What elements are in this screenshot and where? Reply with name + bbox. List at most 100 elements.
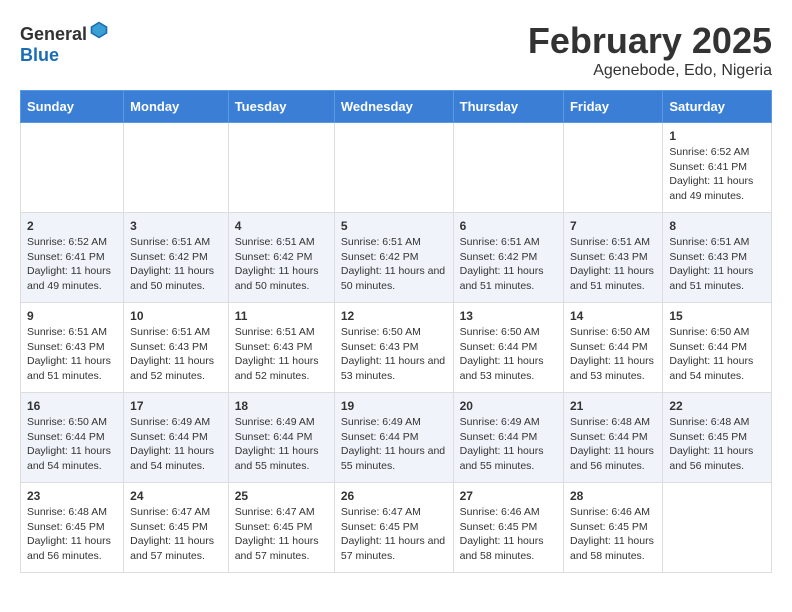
calendar-cell: 16 Sunrise: 6:50 AM Sunset: 6:44 PM Dayli…: [21, 393, 124, 483]
calendar-cell: 9Sunrise: 6:51 AM Sunset: 6:43 PM Daylig…: [21, 303, 124, 393]
day-number: 12: [341, 309, 447, 323]
week-row-5: 23 Sunrise: 6:48 AM Sunset: 6:45 PM Dayli…: [21, 483, 772, 573]
calendar-cell: 21Sunrise: 6:48 AM Sunset: 6:44 PM Dayli…: [563, 393, 662, 483]
calendar-cell: 17 Sunrise: 6:49 AM Sunset: 6:44 PM Dayli…: [124, 393, 229, 483]
day-info: Sunrise: 6:50 AM Sunset: 6:44 PM Dayligh…: [570, 325, 656, 384]
calendar-cell: 14 Sunrise: 6:50 AM Sunset: 6:44 PM Dayli…: [563, 303, 662, 393]
calendar-cell: 12 Sunrise: 6:50 AM Sunset: 6:43 PM Dayli…: [334, 303, 453, 393]
week-row-3: 9Sunrise: 6:51 AM Sunset: 6:43 PM Daylig…: [21, 303, 772, 393]
day-number: 4: [235, 219, 328, 233]
calendar-cell: [124, 123, 229, 213]
day-info: Sunrise: 6:49 AM Sunset: 6:44 PM Dayligh…: [235, 415, 328, 474]
calendar-body: 1 Sunrise: 6:52 AM Sunset: 6:41 PM Daylig…: [21, 123, 772, 573]
weekday-header-saturday: Saturday: [663, 91, 772, 123]
day-info: Sunrise: 6:51 AM Sunset: 6:43 PM Dayligh…: [27, 325, 117, 384]
day-info: Sunrise: 6:49 AM Sunset: 6:44 PM Dayligh…: [341, 415, 447, 474]
day-number: 21: [570, 399, 656, 413]
day-info: Sunrise: 6:51 AM Sunset: 6:42 PM Dayligh…: [341, 235, 447, 294]
logo-content: General Blue: [20, 20, 109, 66]
day-info: Sunrise: 6:46 AM Sunset: 6:45 PM Dayligh…: [570, 505, 656, 564]
calendar-cell: [228, 123, 334, 213]
day-number: 15: [669, 309, 765, 323]
day-info: Sunrise: 6:47 AM Sunset: 6:45 PM Dayligh…: [235, 505, 328, 564]
day-info: Sunrise: 6:49 AM Sunset: 6:44 PM Dayligh…: [460, 415, 557, 474]
calendar-cell: 7 Sunrise: 6:51 AM Sunset: 6:43 PM Daylig…: [563, 213, 662, 303]
day-number: 5: [341, 219, 447, 233]
day-number: 7: [570, 219, 656, 233]
day-info: Sunrise: 6:50 AM Sunset: 6:43 PM Dayligh…: [341, 325, 447, 384]
calendar-cell: 28Sunrise: 6:46 AM Sunset: 6:45 PM Dayli…: [563, 483, 662, 573]
calendar-cell: 15 Sunrise: 6:50 AM Sunset: 6:44 PM Dayli…: [663, 303, 772, 393]
calendar-cell: 8Sunrise: 6:51 AM Sunset: 6:43 PM Daylig…: [663, 213, 772, 303]
logo: General Blue: [20, 20, 109, 66]
weekday-header-friday: Friday: [563, 91, 662, 123]
day-info: Sunrise: 6:51 AM Sunset: 6:42 PM Dayligh…: [460, 235, 557, 294]
day-number: 3: [130, 219, 222, 233]
main-title: February 2025: [528, 20, 772, 62]
day-info: Sunrise: 6:51 AM Sunset: 6:43 PM Dayligh…: [235, 325, 328, 384]
week-row-2: 2 Sunrise: 6:52 AM Sunset: 6:41 PM Daylig…: [21, 213, 772, 303]
day-info: Sunrise: 6:51 AM Sunset: 6:42 PM Dayligh…: [130, 235, 222, 294]
day-number: 23: [27, 489, 117, 503]
calendar-cell: 10Sunrise: 6:51 AM Sunset: 6:43 PM Dayli…: [124, 303, 229, 393]
day-info: Sunrise: 6:51 AM Sunset: 6:43 PM Dayligh…: [130, 325, 222, 384]
title-area: February 2025 Agenebode, Edo, Nigeria: [528, 20, 772, 80]
calendar-cell: 13 Sunrise: 6:50 AM Sunset: 6:44 PM Dayli…: [453, 303, 563, 393]
day-info: Sunrise: 6:52 AM Sunset: 6:41 PM Dayligh…: [27, 235, 117, 294]
calendar-cell: [663, 483, 772, 573]
subtitle: Agenebode, Edo, Nigeria: [528, 62, 772, 80]
logo-text-blue: Blue: [20, 45, 59, 65]
header: General Blue February 2025 Agenebode, Ed…: [20, 20, 772, 80]
day-info: Sunrise: 6:51 AM Sunset: 6:43 PM Dayligh…: [570, 235, 656, 294]
day-number: 16: [27, 399, 117, 413]
week-row-4: 16 Sunrise: 6:50 AM Sunset: 6:44 PM Dayli…: [21, 393, 772, 483]
calendar-header: SundayMondayTuesdayWednesdayThursdayFrid…: [21, 91, 772, 123]
day-number: 14: [570, 309, 656, 323]
calendar-cell: 20Sunrise: 6:49 AM Sunset: 6:44 PM Dayli…: [453, 393, 563, 483]
day-info: Sunrise: 6:51 AM Sunset: 6:42 PM Dayligh…: [235, 235, 328, 294]
calendar-cell: 18 Sunrise: 6:49 AM Sunset: 6:44 PM Dayli…: [228, 393, 334, 483]
calendar-cell: 11 Sunrise: 6:51 AM Sunset: 6:43 PM Dayli…: [228, 303, 334, 393]
day-info: Sunrise: 6:48 AM Sunset: 6:45 PM Dayligh…: [669, 415, 765, 474]
calendar-cell: 25 Sunrise: 6:47 AM Sunset: 6:45 PM Dayli…: [228, 483, 334, 573]
day-number: 19: [341, 399, 447, 413]
calendar-cell: 3 Sunrise: 6:51 AM Sunset: 6:42 PM Daylig…: [124, 213, 229, 303]
calendar-cell: [563, 123, 662, 213]
calendar-cell: 27Sunrise: 6:46 AM Sunset: 6:45 PM Dayli…: [453, 483, 563, 573]
calendar-cell: 19 Sunrise: 6:49 AM Sunset: 6:44 PM Dayli…: [334, 393, 453, 483]
day-number: 13: [460, 309, 557, 323]
weekday-row: SundayMondayTuesdayWednesdayThursdayFrid…: [21, 91, 772, 123]
day-info: Sunrise: 6:47 AM Sunset: 6:45 PM Dayligh…: [130, 505, 222, 564]
calendar-cell: 4 Sunrise: 6:51 AM Sunset: 6:42 PM Daylig…: [228, 213, 334, 303]
calendar-cell: 24 Sunrise: 6:47 AM Sunset: 6:45 PM Dayli…: [124, 483, 229, 573]
day-number: 8: [669, 219, 765, 233]
day-info: Sunrise: 6:50 AM Sunset: 6:44 PM Dayligh…: [460, 325, 557, 384]
calendar-table: SundayMondayTuesdayWednesdayThursdayFrid…: [20, 90, 772, 573]
day-info: Sunrise: 6:49 AM Sunset: 6:44 PM Dayligh…: [130, 415, 222, 474]
day-number: 18: [235, 399, 328, 413]
day-number: 26: [341, 489, 447, 503]
day-number: 17: [130, 399, 222, 413]
day-info: Sunrise: 6:48 AM Sunset: 6:45 PM Dayligh…: [27, 505, 117, 564]
day-info: Sunrise: 6:50 AM Sunset: 6:44 PM Dayligh…: [27, 415, 117, 474]
weekday-header-sunday: Sunday: [21, 91, 124, 123]
day-info: Sunrise: 6:52 AM Sunset: 6:41 PM Dayligh…: [669, 145, 765, 204]
calendar-cell: [453, 123, 563, 213]
day-number: 22: [669, 399, 765, 413]
calendar-cell: 6 Sunrise: 6:51 AM Sunset: 6:42 PM Daylig…: [453, 213, 563, 303]
calendar-cell: 26 Sunrise: 6:47 AM Sunset: 6:45 PM Dayli…: [334, 483, 453, 573]
logo-text-general: General: [20, 24, 87, 44]
day-number: 25: [235, 489, 328, 503]
day-number: 2: [27, 219, 117, 233]
day-info: Sunrise: 6:50 AM Sunset: 6:44 PM Dayligh…: [669, 325, 765, 384]
day-number: 6: [460, 219, 557, 233]
day-number: 1: [669, 129, 765, 143]
weekday-header-tuesday: Tuesday: [228, 91, 334, 123]
day-info: Sunrise: 6:47 AM Sunset: 6:45 PM Dayligh…: [341, 505, 447, 564]
calendar-cell: [21, 123, 124, 213]
day-number: 11: [235, 309, 328, 323]
day-number: 24: [130, 489, 222, 503]
calendar-cell: 5 Sunrise: 6:51 AM Sunset: 6:42 PM Daylig…: [334, 213, 453, 303]
calendar-cell: 2 Sunrise: 6:52 AM Sunset: 6:41 PM Daylig…: [21, 213, 124, 303]
day-info: Sunrise: 6:46 AM Sunset: 6:45 PM Dayligh…: [460, 505, 557, 564]
